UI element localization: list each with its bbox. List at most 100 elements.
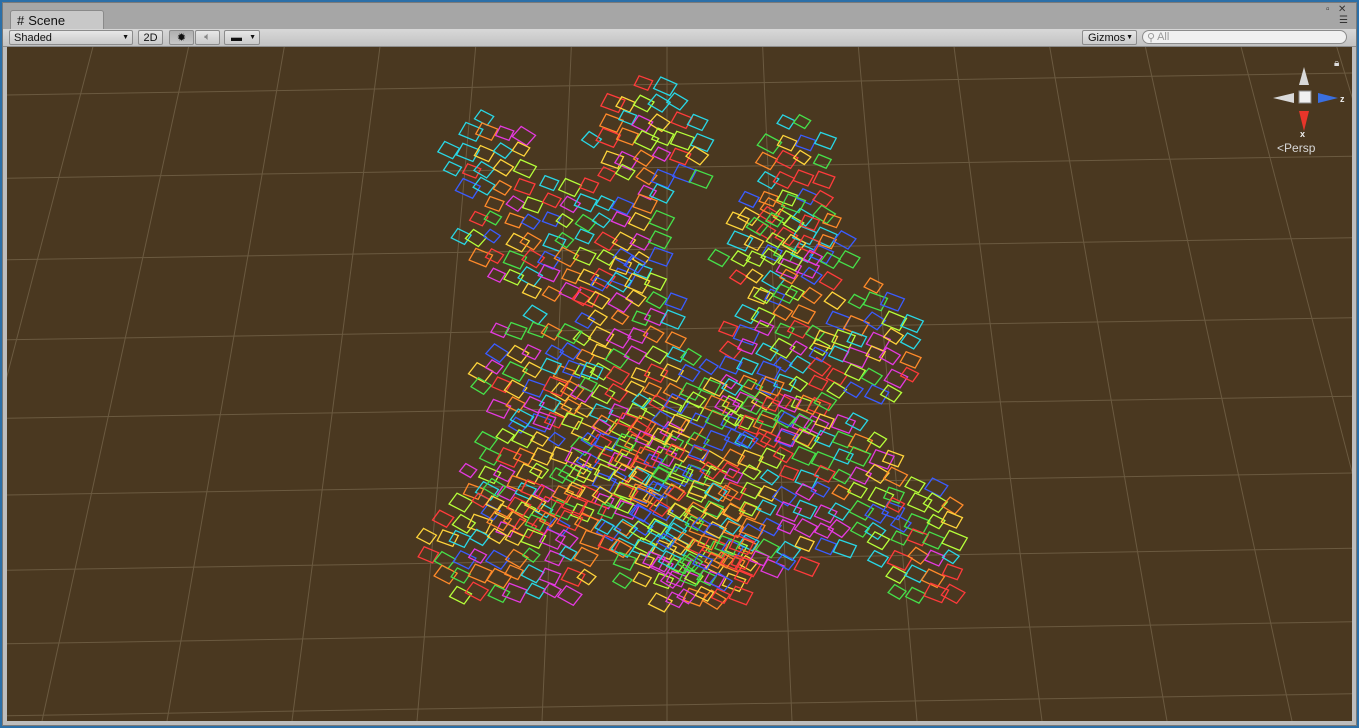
mesh-quad — [519, 232, 543, 251]
mesh-quad — [604, 382, 629, 403]
mesh-quad — [630, 367, 651, 383]
mesh-quad — [494, 125, 515, 142]
mesh-quad — [530, 446, 555, 466]
mesh-quad — [541, 192, 563, 209]
tab-scene[interactable]: # Scene — [10, 10, 104, 29]
mesh-quad — [662, 382, 685, 401]
grid-line — [7, 47, 94, 379]
mesh-quad — [794, 134, 817, 152]
gizmo-x-label: x — [1300, 129, 1305, 139]
scene-canvas[interactable]: x z — [7, 47, 1352, 721]
mesh-quad — [633, 75, 654, 91]
mesh-quad — [740, 395, 765, 416]
mesh-quad — [728, 534, 755, 556]
mesh-quad — [664, 331, 688, 350]
mesh-quad — [521, 361, 543, 379]
mesh-quad — [642, 381, 663, 398]
mesh-quad — [623, 272, 651, 295]
maximize-icon[interactable]: ▫ — [1326, 5, 1330, 15]
mesh-quad — [812, 189, 835, 208]
mesh-quad — [807, 374, 829, 392]
mesh-quad — [830, 413, 857, 435]
orientation-gizmo[interactable]: x z — [1273, 67, 1345, 139]
mesh-quad — [521, 282, 543, 300]
scene-window: # Scene ▫ ✕ ☰ Shaded ▼ 2D ✹ 🔈︎ ▬ ▼ Gizmo… — [2, 2, 1357, 726]
gizmo-x-cone[interactable] — [1299, 111, 1309, 131]
mesh-quad — [503, 268, 525, 286]
gizmo-z-cone[interactable] — [1318, 93, 1338, 103]
grid-line — [7, 547, 1352, 571]
mesh-quad — [717, 320, 739, 338]
mesh-quad — [431, 509, 455, 529]
grid-line — [1049, 47, 1168, 721]
gizmo-center-cube[interactable] — [1298, 90, 1312, 104]
mesh-quad — [679, 382, 703, 401]
2d-toggle-button[interactable]: 2D — [138, 30, 163, 45]
mesh-quad — [522, 395, 545, 414]
draw-mode-dropdown[interactable]: Shaded ▼ — [9, 30, 133, 45]
mesh-quad — [504, 212, 525, 229]
grid-line — [7, 621, 1352, 645]
mesh-quad — [772, 170, 796, 190]
mesh-quad — [574, 213, 598, 233]
mesh-quad — [738, 190, 760, 209]
mesh-quad — [511, 125, 537, 147]
mesh-quad — [754, 151, 779, 171]
search-placeholder: All — [1157, 31, 1170, 43]
image-icon: ▬ — [231, 31, 242, 44]
mesh-quad — [645, 291, 668, 310]
tab-strip: # Scene ▫ ✕ ☰ — [3, 3, 1356, 29]
mesh-quad — [867, 486, 895, 509]
close-icon[interactable]: ✕ — [1338, 5, 1346, 15]
mesh-quad — [610, 309, 630, 326]
mesh-quad — [825, 310, 851, 331]
audio-toggle-button[interactable]: 🔈︎ — [195, 30, 220, 45]
mesh-quad — [501, 582, 528, 604]
lock-icon[interactable]: 🔒︎ — [1334, 58, 1339, 69]
mesh-quad — [648, 209, 676, 232]
tab-scene-label: Scene — [28, 12, 66, 28]
mesh-quad — [825, 367, 849, 386]
mesh-quad — [573, 546, 599, 568]
mesh-quad — [792, 169, 815, 187]
mesh-quad — [922, 492, 949, 514]
mesh-quad — [554, 529, 579, 549]
mesh-quad — [793, 517, 819, 538]
mesh-quad — [812, 170, 836, 190]
speaker-icon: 🔈︎ — [204, 31, 211, 43]
lighting-toggle-button[interactable]: ✹ — [169, 30, 194, 45]
chevron-down-icon: ▼ — [1126, 34, 1133, 41]
mesh-quad — [812, 153, 833, 170]
mesh-quad — [484, 195, 505, 213]
mesh-quad — [904, 564, 928, 584]
search-field[interactable]: ⚲ All — [1142, 30, 1347, 44]
gizmo-y-cone[interactable] — [1299, 67, 1309, 85]
projection-toggle[interactable]: <Persp — [1277, 141, 1315, 155]
mesh-quad — [777, 393, 802, 413]
mesh-quad — [489, 322, 510, 339]
grid-line — [166, 47, 285, 721]
mesh-quad — [520, 213, 542, 230]
mesh-quad — [522, 304, 548, 326]
chevron-down-icon: ▼ — [122, 34, 129, 41]
gizmo-neg-x-cone[interactable] — [1273, 93, 1294, 103]
mesh-quad — [632, 94, 655, 113]
mesh-quad — [512, 158, 538, 179]
mesh-quad — [788, 355, 812, 374]
mesh-quad — [554, 231, 575, 249]
floor-grid — [7, 47, 1352, 721]
mesh-quad — [688, 168, 714, 190]
mesh-quad — [847, 293, 867, 310]
mesh-quad — [940, 583, 966, 605]
window-menu-icon[interactable]: ☰ — [1339, 16, 1348, 26]
mesh-quad — [906, 492, 933, 513]
mesh-quad — [846, 481, 869, 499]
mesh-quad — [844, 412, 869, 432]
effects-dropdown[interactable]: ▬ ▼ — [224, 30, 260, 45]
scene-viewport[interactable]: x z 🔒︎ <Persp — [7, 47, 1352, 721]
mesh-quad — [537, 263, 561, 283]
mesh-quad — [644, 345, 669, 365]
mesh-quad — [495, 427, 516, 445]
mesh-quad — [473, 430, 499, 451]
gizmos-dropdown[interactable]: Gizmos ▼ — [1082, 30, 1137, 45]
